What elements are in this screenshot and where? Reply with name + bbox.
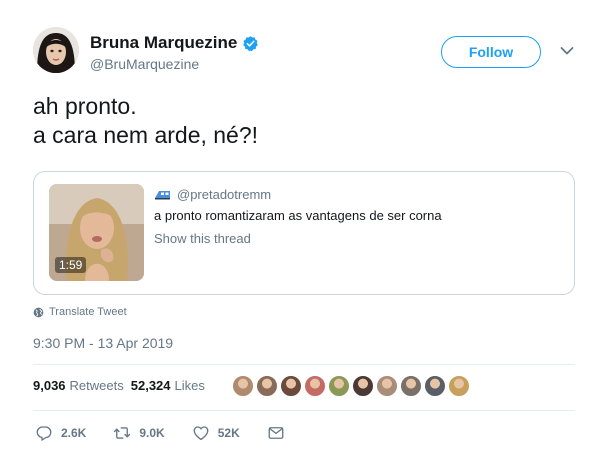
like-button[interactable]: 52K bbox=[192, 424, 240, 442]
retweet-button[interactable]: 9.0K bbox=[113, 424, 165, 442]
retweet-label: Retweets bbox=[69, 378, 124, 393]
video-duration: 1:59 bbox=[55, 257, 87, 273]
liker-avatar[interactable] bbox=[352, 375, 374, 397]
liker-avatar[interactable] bbox=[400, 375, 422, 397]
like-action-count: 52K bbox=[217, 426, 240, 440]
retweets-stat[interactable]: 9,036 Retweets bbox=[33, 378, 124, 393]
like-count: 52,324 bbox=[130, 378, 171, 393]
like-label: Likes bbox=[174, 378, 205, 393]
video-thumbnail[interactable]: 1:59 bbox=[49, 184, 144, 281]
tweet-text: ah pronto. a cara nem arde, né?! bbox=[33, 92, 258, 150]
retweet-icon bbox=[114, 427, 131, 439]
tweet-line: ah pronto. bbox=[33, 93, 137, 119]
quote-text: a pronto romantizaram as vantagens de se… bbox=[154, 208, 442, 223]
liker-avatar[interactable] bbox=[280, 375, 302, 397]
globe-icon bbox=[33, 307, 44, 317]
quoted-tweet[interactable]: 1:59 @pretadotremm a pronto romantizaram… bbox=[33, 171, 575, 295]
liker-avatar[interactable] bbox=[256, 375, 278, 397]
quote-header: @pretadotremm bbox=[154, 187, 271, 202]
liker-avatar[interactable] bbox=[448, 375, 470, 397]
retweet-count: 9,036 bbox=[33, 378, 66, 393]
quote-handle[interactable]: @pretadotremm bbox=[177, 187, 271, 202]
reply-icon bbox=[36, 426, 52, 441]
heart-icon bbox=[193, 426, 209, 441]
chevron-down-icon[interactable] bbox=[560, 46, 574, 56]
liker-avatar[interactable] bbox=[328, 375, 350, 397]
likes-stat[interactable]: 52,324 Likes bbox=[131, 378, 205, 393]
display-name[interactable]: Bruna Marquezine bbox=[90, 33, 237, 53]
liker-avatar[interactable] bbox=[376, 375, 398, 397]
show-thread-link[interactable]: Show this thread bbox=[154, 231, 251, 246]
user-handle[interactable]: @BruMarquezine bbox=[90, 56, 199, 72]
envelope-icon bbox=[268, 427, 284, 439]
avatar[interactable] bbox=[33, 27, 79, 73]
follow-button[interactable]: Follow bbox=[441, 36, 541, 68]
name-row: Bruna Marquezine bbox=[90, 33, 259, 53]
train-emoji-icon bbox=[155, 191, 170, 200]
liker-avatar[interactable] bbox=[424, 375, 446, 397]
divider bbox=[33, 364, 575, 365]
translate-tweet[interactable]: Translate Tweet bbox=[33, 306, 127, 318]
liker-avatars bbox=[232, 375, 472, 397]
reply-count: 2.6K bbox=[61, 426, 87, 440]
tweet-line: a cara nem arde, né?! bbox=[33, 122, 259, 148]
direct-message-button[interactable] bbox=[267, 424, 285, 442]
tweet-actions: 2.6K 9.0K 52K bbox=[35, 424, 312, 442]
liker-avatar[interactable] bbox=[304, 375, 326, 397]
verified-badge-icon bbox=[243, 35, 259, 51]
translate-label: Translate Tweet bbox=[49, 306, 127, 318]
profile-photo bbox=[33, 27, 79, 73]
reply-button[interactable]: 2.6K bbox=[35, 424, 86, 442]
retweet-action-count: 9.0K bbox=[139, 426, 165, 440]
timestamp[interactable]: 9:30 PM - 13 Apr 2019 bbox=[33, 335, 173, 351]
engagement-stats: 9,036 Retweets 52,324 Likes bbox=[33, 378, 205, 393]
liker-avatar[interactable] bbox=[232, 375, 254, 397]
divider bbox=[33, 410, 575, 411]
